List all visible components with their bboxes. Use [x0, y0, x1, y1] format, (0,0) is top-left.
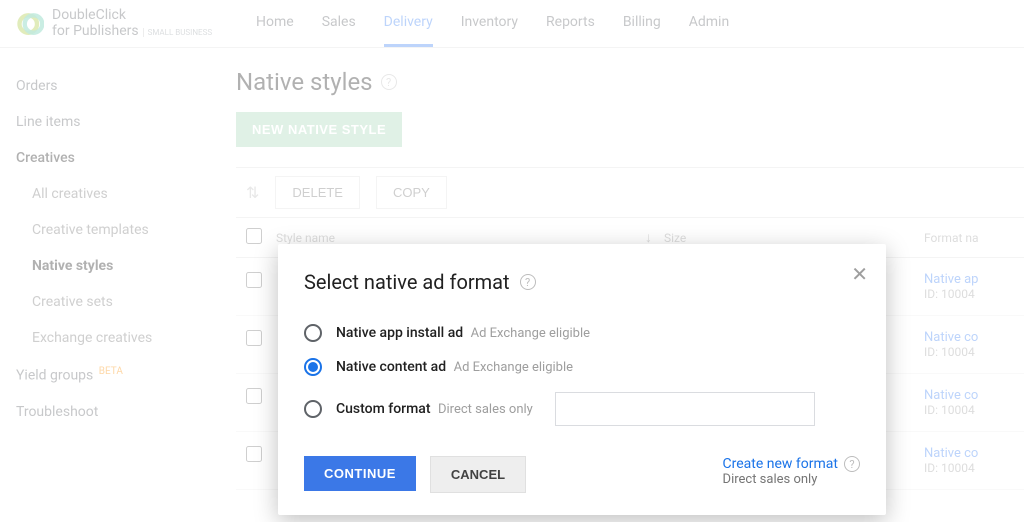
cancel-button[interactable]: CANCEL — [430, 456, 526, 493]
format-options: Native app install ad Ad Exchange eligib… — [304, 316, 860, 434]
close-icon[interactable]: ✕ — [851, 262, 868, 287]
radio-icon[interactable] — [304, 324, 322, 342]
help-icon[interactable]: ? — [844, 456, 860, 472]
option-custom-format[interactable]: Custom format Direct sales only — [304, 384, 860, 434]
modal-footer: CONTINUE CANCEL Create new format ? Dire… — [304, 456, 860, 493]
radio-icon[interactable] — [304, 358, 322, 376]
option-app-install[interactable]: Native app install ad Ad Exchange eligib… — [304, 316, 860, 350]
custom-format-input[interactable] — [555, 392, 815, 426]
radio-icon[interactable] — [304, 400, 322, 418]
help-icon[interactable]: ? — [520, 274, 536, 290]
create-new-format-link[interactable]: Create new format ? — [723, 456, 860, 472]
modal-title: Select native ad format ? — [304, 270, 860, 294]
select-format-modal: ✕ Select native ad format ? Native app i… — [278, 244, 886, 515]
option-content-ad[interactable]: Native content ad Ad Exchange eligible — [304, 350, 860, 384]
continue-button[interactable]: CONTINUE — [304, 456, 416, 491]
create-format-hint: Direct sales only — [723, 472, 860, 487]
